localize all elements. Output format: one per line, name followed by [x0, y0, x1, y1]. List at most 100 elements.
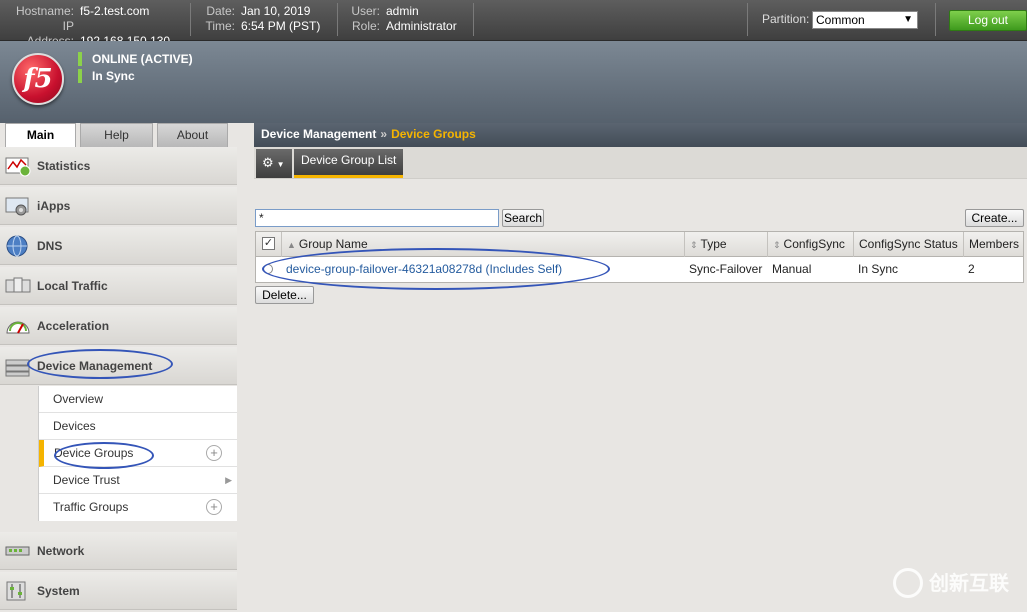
- gear-menu-button[interactable]: ⚙ ▼: [256, 149, 292, 178]
- create-button[interactable]: Create...: [965, 209, 1024, 227]
- column-header-type[interactable]: ⇕ Type: [685, 232, 768, 257]
- watermark-logo: 创新互联: [893, 567, 1009, 600]
- user-info: User: admin Role: Administrator: [350, 4, 457, 34]
- sidebar-item-label: Device Management: [37, 359, 153, 373]
- partition-value: Common: [816, 13, 865, 27]
- tab-help[interactable]: Help: [80, 123, 153, 147]
- user-value: admin: [386, 4, 419, 18]
- date-value: Jan 10, 2019: [241, 4, 311, 18]
- gauge-icon: [6, 321, 30, 334]
- sidebar-item-label: iApps: [37, 199, 71, 213]
- role-label: Role:: [351, 19, 380, 33]
- tab-device-group-list[interactable]: Device Group List: [294, 149, 404, 178]
- sidebar-item-statistics[interactable]: Statistics: [0, 147, 237, 185]
- breadcrumb-current: Device Groups: [391, 127, 476, 141]
- submenu-item-overview[interactable]: Overview: [39, 386, 237, 413]
- submenu-item-label: Devices: [53, 419, 96, 433]
- nav-tabs: Main Help About: [0, 123, 237, 148]
- sidebar-item-label: Local Traffic: [37, 279, 108, 293]
- chevron-down-icon: ▼: [276, 160, 285, 169]
- iapps-gear-icon: [5, 197, 29, 216]
- divider: [473, 3, 474, 36]
- watermark-circle-icon: [893, 567, 923, 598]
- sidebar-item-acceleration[interactable]: Acceleration: [0, 307, 237, 345]
- tab-about[interactable]: About: [157, 123, 228, 147]
- submenu-item-label: Device Groups: [54, 446, 134, 460]
- column-header-configsync[interactable]: ⇕ ConfigSync: [768, 232, 854, 257]
- hostname-value: f5-2.test.com: [80, 4, 150, 18]
- date-info: Date: Jan 10, 2019 Time: 6:54 PM (PST): [204, 4, 320, 34]
- add-circle-icon[interactable]: +: [206, 445, 222, 461]
- submenu-item-label: Device Trust: [53, 473, 120, 487]
- top-info-bar: Hostname:f5-2.test.com IP Address:192.16…: [0, 0, 1027, 48]
- time-value: 6:54 PM (PST): [241, 19, 321, 33]
- divider: [935, 3, 936, 36]
- sub-toolbar: ⚙ ▼ Device Group List: [254, 147, 1027, 179]
- hostname-label: Hostname:: [15, 4, 74, 18]
- sidebar-item-device-management[interactable]: Device Management: [0, 347, 237, 385]
- chevron-right-icon: ▶: [225, 475, 232, 485]
- sidebar-item-label: DNS: [37, 239, 63, 253]
- table-header: ✓ ▲ Group Name ⇕ Type ⇕ ConfigSync ConfigSy…: [256, 232, 1023, 257]
- submenu-item-device-groups[interactable]: Device Groups +: [39, 440, 237, 467]
- sidebar-item-local-traffic[interactable]: Local Traffic: [0, 267, 237, 305]
- sidebar: Statistics iApps DNS Local Traffic Accel…: [0, 147, 237, 612]
- select-all-cell: ✓: [256, 232, 282, 257]
- breadcrumb: Device Management » Device Groups: [254, 123, 1027, 147]
- type-cell: Sync-Failover: [689, 262, 763, 276]
- column-label: Group Name: [298, 237, 368, 251]
- breadcrumb-separator: »: [380, 127, 388, 141]
- members-cell: 2: [968, 262, 975, 276]
- divider: [747, 3, 748, 36]
- device-rack-icon: [5, 359, 30, 377]
- select-all-checkbox[interactable]: ✓: [262, 237, 275, 250]
- breadcrumb-parent[interactable]: Device Management: [261, 127, 376, 141]
- sidebar-item-system[interactable]: System: [0, 572, 237, 610]
- tab-main[interactable]: Main: [5, 123, 76, 148]
- filter-input[interactable]: *: [255, 209, 499, 227]
- submenu-item-traffic-groups[interactable]: Traffic Groups +: [39, 494, 237, 521]
- status-online: ONLINE (ACTIVE): [78, 52, 193, 66]
- divider: [190, 3, 191, 36]
- statistics-chart-icon: [5, 157, 31, 177]
- sidebar-item-iapps[interactable]: iApps: [0, 187, 237, 225]
- sort-ascending-icon: ▲: [287, 240, 296, 250]
- column-label: Type: [700, 237, 727, 251]
- sidebar-item-dns[interactable]: DNS: [0, 227, 237, 265]
- table-row[interactable]: device-group-failover-46321a08278d (Incl…: [256, 257, 1023, 282]
- sidebar-item-label: System: [37, 584, 80, 598]
- watermark-text: 创新互联: [929, 573, 1009, 595]
- user-label: User:: [351, 4, 380, 18]
- sidebar-item-network[interactable]: Network: [0, 532, 237, 570]
- partition-select[interactable]: Common ▼: [812, 11, 918, 29]
- add-circle-icon[interactable]: +: [206, 499, 222, 515]
- role-value: Administrator: [386, 19, 457, 33]
- sidebar-item-label: Statistics: [37, 159, 91, 173]
- delete-button[interactable]: Delete...: [255, 286, 314, 304]
- time-label: Time:: [205, 19, 235, 33]
- submenu-item-devices[interactable]: Devices: [39, 413, 237, 440]
- gear-icon: ⚙: [262, 155, 274, 170]
- column-label: ConfigSync Status: [859, 237, 958, 251]
- search-button[interactable]: Search: [502, 209, 544, 227]
- header-band: f5 ONLINE (ACTIVE) In Sync: [0, 41, 1027, 123]
- group-name-link[interactable]: device-group-failover-46321a08278d (Incl…: [282, 257, 562, 282]
- column-header-group-name[interactable]: ▲ Group Name: [282, 232, 685, 257]
- submenu-item-device-trust[interactable]: Device Trust ▶: [39, 467, 237, 494]
- dropdown-arrow-icon: ▼: [903, 14, 913, 25]
- status-sync: In Sync: [78, 69, 135, 83]
- f5-logo-icon: f5: [12, 53, 64, 105]
- column-header-configsync-status[interactable]: ConfigSync Status: [854, 232, 964, 257]
- configsync-status-cell: In Sync: [858, 262, 899, 276]
- date-label: Date:: [206, 4, 235, 18]
- column-label: Members: [969, 237, 1020, 251]
- configsync-cell: Manual: [772, 262, 812, 276]
- divider: [337, 3, 338, 36]
- logout-button[interactable]: Log out: [949, 10, 1027, 31]
- sidebar-item-label: Network: [37, 544, 85, 558]
- submenu-item-label: Overview: [53, 392, 104, 406]
- local-traffic-icon: [5, 277, 31, 293]
- column-header-members[interactable]: Members: [964, 232, 1024, 257]
- row-select-radio[interactable]: [263, 264, 273, 274]
- sidebar-item-label: Acceleration: [37, 319, 110, 333]
